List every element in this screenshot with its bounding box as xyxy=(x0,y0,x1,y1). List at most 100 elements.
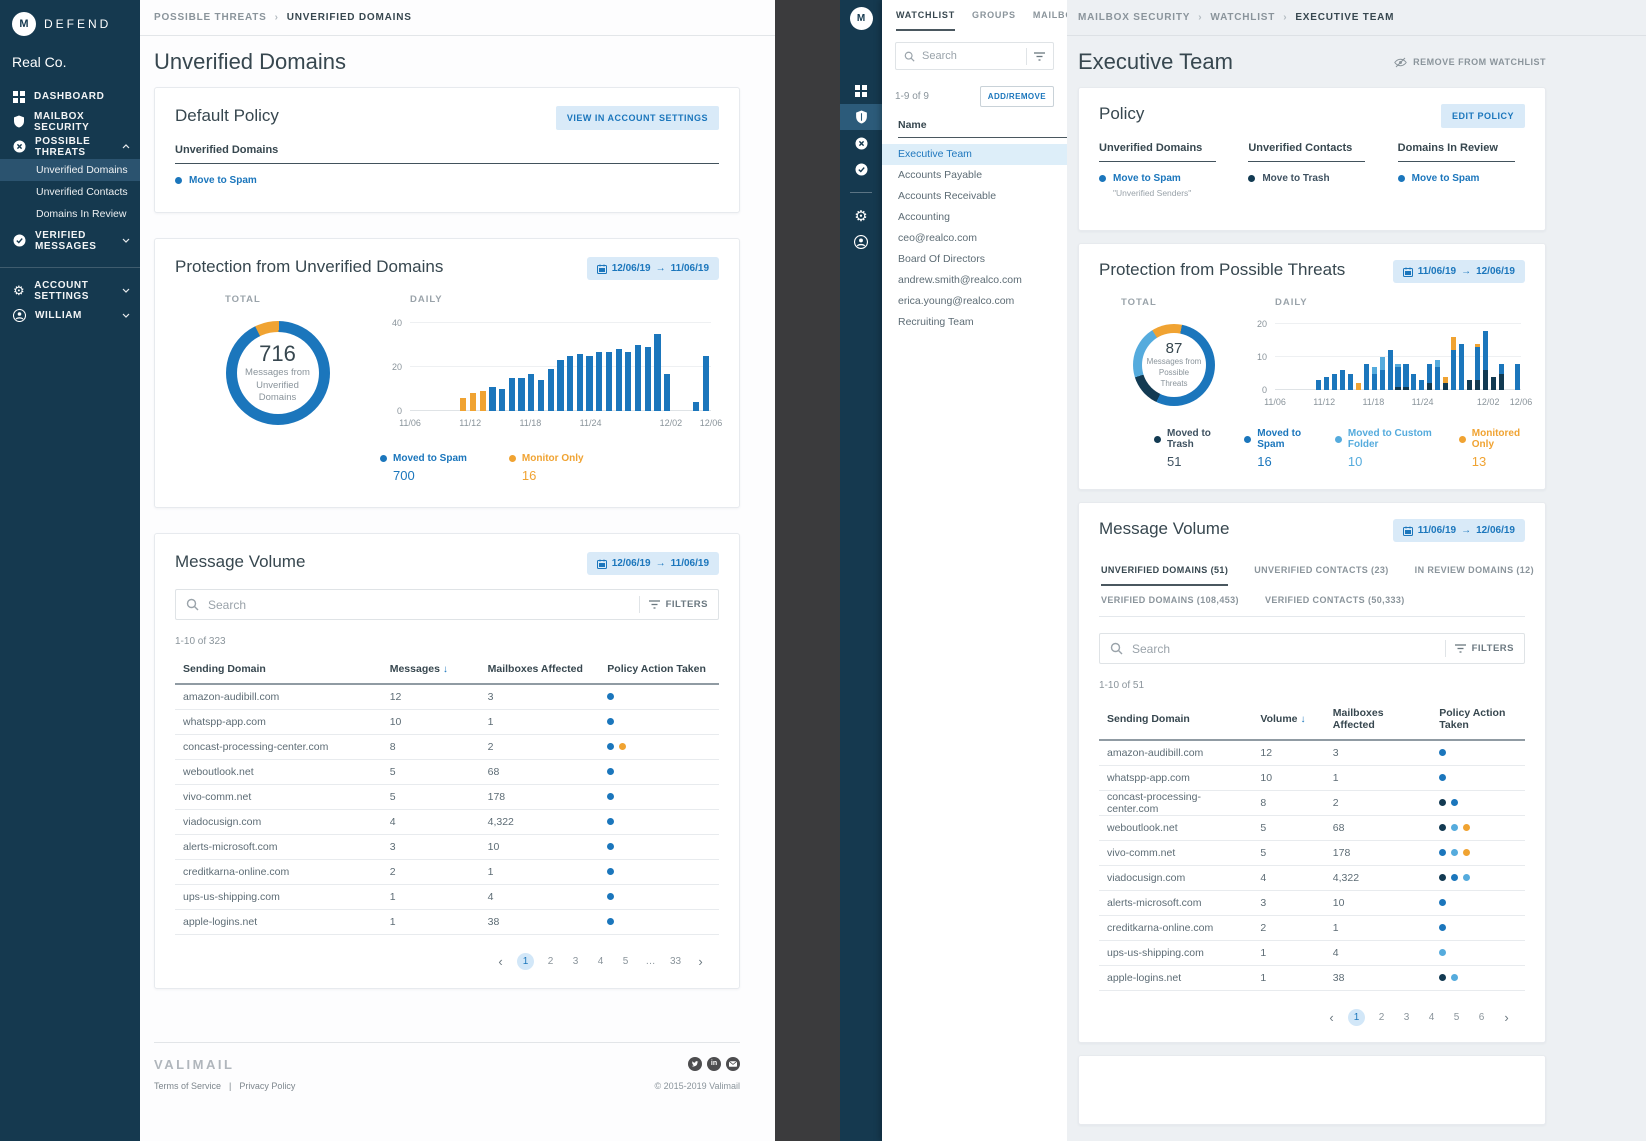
col-messages[interactable]: Messages ↓ xyxy=(382,657,480,684)
defend-logo-icon[interactable]: M xyxy=(850,7,873,30)
col-policy-action[interactable]: Policy Action Taken xyxy=(599,657,719,684)
watchlist-item[interactable]: Accounts Payable xyxy=(882,165,1067,186)
col-sending-domain[interactable]: Sending Domain xyxy=(175,657,382,684)
page-button[interactable]: 4 xyxy=(592,953,609,970)
page-button[interactable]: 1 xyxy=(1348,1009,1365,1026)
col-mailboxes-affected[interactable]: Mailboxes Affected xyxy=(480,657,600,684)
watchlist-item[interactable]: Accounting xyxy=(882,207,1067,228)
watchlist-item[interactable]: Accounts Receivable xyxy=(882,186,1067,207)
table-row[interactable]: vivo-comm.net5178 xyxy=(175,784,719,809)
page-button[interactable]: 1 xyxy=(517,953,534,970)
rail-possible-threats-button[interactable] xyxy=(840,130,882,156)
col-policy-action[interactable]: Policy Action Taken xyxy=(1431,701,1525,740)
tab-in-review-domains[interactable]: IN REVIEW DOMAINS (12) xyxy=(1415,556,1534,586)
breadcrumb-watchlist[interactable]: WATCHLIST xyxy=(1210,12,1275,23)
table-row[interactable]: alerts-microsoft.com310 xyxy=(175,834,719,859)
table-row[interactable]: viadocusign.com44,322 xyxy=(1099,865,1525,890)
page-button[interactable]: 2 xyxy=(542,953,559,970)
table-row[interactable]: weboutlook.net568 xyxy=(175,759,719,784)
table-row[interactable]: concast-processing-center.com82 xyxy=(1099,790,1525,815)
watchlist-item[interactable]: Executive Team xyxy=(882,144,1067,165)
edit-policy-button[interactable]: EDIT POLICY xyxy=(1441,104,1525,128)
page-button[interactable]: … xyxy=(642,953,659,970)
remove-from-watchlist-button[interactable]: REMOVE FROM WATCHLIST xyxy=(1394,57,1546,68)
table-row[interactable]: whatspp-app.com101 xyxy=(175,709,719,734)
sidebar-item-unverified-domains[interactable]: Unverified Domains xyxy=(0,159,140,181)
table-row[interactable]: amazon-audibill.com123 xyxy=(175,684,719,709)
sidebar-item-account-settings[interactable]: ⚙ ACCOUNT SETTINGS xyxy=(0,278,140,303)
breadcrumb-mailbox-security[interactable]: MAILBOX SECURITY xyxy=(1078,12,1190,23)
table-row[interactable]: apple-logins.net138 xyxy=(1099,965,1525,990)
table-row[interactable]: vivo-comm.net5178 xyxy=(1099,840,1525,865)
prev-page-button[interactable]: ‹ xyxy=(1323,1009,1340,1026)
search-input[interactable] xyxy=(208,598,630,612)
filters-button[interactable]: FILTERS xyxy=(1455,643,1514,654)
filter-icon[interactable] xyxy=(1034,52,1045,61)
twitter-icon[interactable] xyxy=(688,1057,702,1071)
date-range-picker[interactable]: 11/06/19 → 12/06/19 xyxy=(1393,519,1525,542)
breadcrumb-parent[interactable]: POSSIBLE THREATS xyxy=(154,12,267,23)
table-row[interactable]: apple-logins.net138 xyxy=(175,909,719,934)
tab-unverified-domains[interactable]: UNVERIFIED DOMAINS (51) xyxy=(1101,556,1228,586)
sidebar-item-possible-threats[interactable]: POSSIBLE THREATS xyxy=(0,134,140,159)
page-button[interactable]: 3 xyxy=(1398,1009,1415,1026)
sidebar-item-domains-in-review[interactable]: Domains In Review xyxy=(0,203,140,225)
tab-groups[interactable]: GROUPS xyxy=(972,10,1016,31)
table-row[interactable]: concast-processing-center.com82 xyxy=(175,734,719,759)
table-row[interactable]: weboutlook.net568 xyxy=(1099,815,1525,840)
watchlist-item[interactable]: ceo@realco.com xyxy=(882,228,1067,249)
sidebar-item-user[interactable]: WILLIAM xyxy=(0,303,140,328)
rail-user-button[interactable] xyxy=(840,229,882,255)
table-row[interactable]: ups-us-shipping.com14 xyxy=(175,884,719,909)
page-button[interactable]: 4 xyxy=(1423,1009,1440,1026)
watchlist-item[interactable]: andrew.smith@realco.com xyxy=(882,270,1067,291)
sidebar-item-mailbox-security[interactable]: MAILBOX SECURITY xyxy=(0,109,140,134)
tab-verified-domains[interactable]: VERIFIED DOMAINS (108,453) xyxy=(1101,586,1239,616)
col-mailboxes-affected[interactable]: Mailboxes Affected xyxy=(1325,701,1432,740)
table-row[interactable]: alerts-microsoft.com310 xyxy=(1099,890,1525,915)
rail-verified-messages-button[interactable] xyxy=(840,156,882,182)
col-volume[interactable]: Volume ↓ xyxy=(1252,701,1324,740)
watchlist-item[interactable]: erica.young@realco.com xyxy=(882,291,1067,312)
watchlist-search-input[interactable] xyxy=(922,50,1019,62)
next-page-button[interactable]: › xyxy=(1498,1009,1515,1026)
table-row[interactable]: amazon-audibill.com123 xyxy=(1099,740,1525,765)
page-button[interactable]: 2 xyxy=(1373,1009,1390,1026)
rail-dashboard-button[interactable] xyxy=(840,78,882,104)
tab-watchlist[interactable]: WATCHLIST xyxy=(896,10,955,31)
sidebar-item-unverified-contacts[interactable]: Unverified Contacts xyxy=(0,181,140,203)
sidebar-item-dashboard[interactable]: DASHBOARD xyxy=(0,84,140,109)
filters-button[interactable]: FILTERS xyxy=(649,599,708,610)
page-button[interactable]: 3 xyxy=(567,953,584,970)
rail-account-settings-button[interactable]: ⚙ xyxy=(840,203,882,229)
sidebar-item-verified-messages[interactable]: VERIFIED MESSAGES xyxy=(0,228,140,253)
prev-page-button[interactable]: ‹ xyxy=(492,953,509,970)
date-range-picker[interactable]: 11/06/19 → 12/06/19 xyxy=(1393,260,1525,283)
view-in-account-settings-button[interactable]: VIEW IN ACCOUNT SETTINGS xyxy=(556,106,719,130)
table-row[interactable]: whatspp-app.com101 xyxy=(1099,765,1525,790)
date-range-picker[interactable]: 12/06/19 → 11/06/19 xyxy=(587,257,719,280)
search-input[interactable] xyxy=(1132,642,1436,656)
table-row[interactable]: creditkarna-online.com21 xyxy=(1099,915,1525,940)
watchlist-item[interactable]: Board Of Directors xyxy=(882,249,1067,270)
page-button[interactable]: 5 xyxy=(617,953,634,970)
next-page-button[interactable]: › xyxy=(692,953,709,970)
terms-link[interactable]: Terms of Service xyxy=(154,1081,221,1091)
page-button[interactable]: 5 xyxy=(1448,1009,1465,1026)
date-range-picker[interactable]: 12/06/19 → 11/06/19 xyxy=(587,552,719,575)
rail-mailbox-security-button[interactable] xyxy=(840,104,882,130)
tab-unverified-contacts[interactable]: UNVERIFIED CONTACTS (23) xyxy=(1254,556,1388,586)
watchlist-item[interactable]: Recruiting Team xyxy=(882,312,1067,333)
linkedin-icon[interactable]: in xyxy=(707,1057,721,1071)
name-column-header[interactable]: Name xyxy=(898,119,1067,138)
page-button[interactable]: 6 xyxy=(1473,1009,1490,1026)
table-row[interactable]: ups-us-shipping.com14 xyxy=(1099,940,1525,965)
table-row[interactable]: viadocusign.com44,322 xyxy=(175,809,719,834)
page-button[interactable]: 33 xyxy=(667,953,684,970)
tab-verified-contacts[interactable]: VERIFIED CONTACTS (50,333) xyxy=(1265,586,1405,616)
col-sending-domain[interactable]: Sending Domain xyxy=(1099,701,1252,740)
email-icon[interactable] xyxy=(726,1057,740,1071)
table-row[interactable]: creditkarna-online.com21 xyxy=(175,859,719,884)
privacy-link[interactable]: Privacy Policy xyxy=(239,1081,295,1091)
add-remove-button[interactable]: ADD/REMOVE xyxy=(980,86,1054,107)
